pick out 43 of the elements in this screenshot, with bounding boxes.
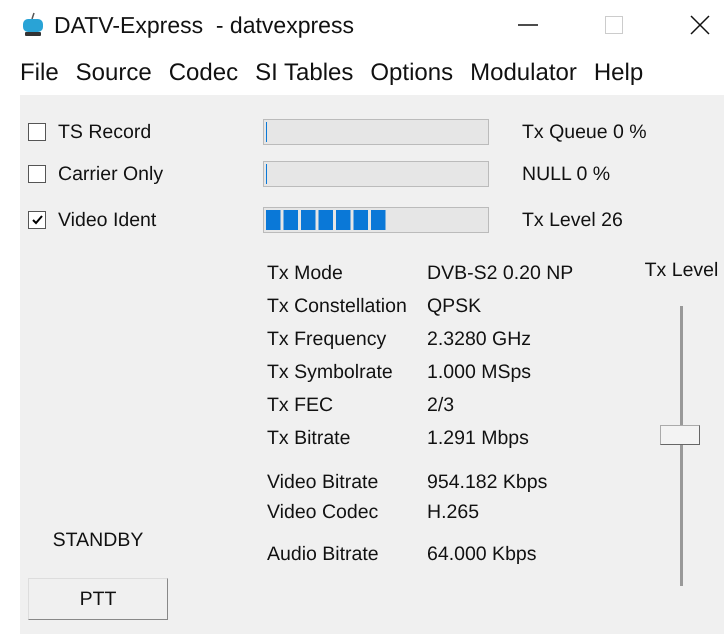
- close-icon[interactable]: [690, 15, 710, 35]
- checkbox-label: TS Record: [58, 120, 152, 144]
- slider-thumb[interactable]: [660, 424, 700, 445]
- checkbox-label: Carrier Only: [58, 162, 164, 186]
- info-value: 1.291 Mbps: [427, 427, 530, 450]
- menu-item[interactable]: Modulator: [470, 58, 577, 86]
- info-label: Audio Bitrate: [267, 542, 380, 566]
- info-value: 954.182 Kbps: [427, 470, 548, 494]
- info-value: DVB-S2 0.20 NP: [427, 262, 574, 285]
- menu-item[interactable]: Codec: [168, 58, 238, 86]
- info-label: Tx Constellation: [267, 295, 408, 318]
- meter-reading: NULL 0 %: [521, 162, 612, 186]
- info-label: Tx Symbolrate: [267, 361, 394, 384]
- info-label: Video Codec: [267, 500, 380, 524]
- checkbox[interactable]: [28, 211, 46, 229]
- info-label: Video Bitrate: [267, 470, 380, 494]
- checkbox[interactable]: [28, 165, 46, 183]
- info-value: 2/3: [427, 394, 456, 417]
- tv-icon: [22, 12, 44, 38]
- checkbox-label: Video Ident: [58, 208, 156, 232]
- menu-item[interactable]: Help: [594, 58, 644, 86]
- info-value: 1.000 MSps: [427, 361, 532, 384]
- checkbox[interactable]: [28, 123, 46, 141]
- check-icon: [32, 215, 42, 225]
- ptt-button[interactable]: PTT: [28, 578, 168, 620]
- info-value: 64.000 Kbps: [427, 542, 538, 566]
- menu-item[interactable]: SI Tables: [255, 58, 354, 86]
- meter-reading: Tx Level 26: [521, 208, 624, 232]
- info-label: Tx Mode: [267, 262, 344, 285]
- status-text: STANDBY: [52, 529, 144, 552]
- meter-reading: Tx Queue 0 %: [521, 120, 648, 144]
- menu-item[interactable]: Options: [370, 58, 454, 86]
- info-label: Tx FEC: [267, 394, 334, 417]
- slider-label: Tx Level: [644, 259, 718, 282]
- window-title: DATV-Express - datvexpress: [54, 12, 354, 38]
- menu-item[interactable]: Source: [76, 58, 152, 86]
- info-value: H.265: [427, 500, 480, 524]
- menu-item[interactable]: File: [20, 58, 59, 86]
- info-label: Tx Frequency: [267, 328, 388, 351]
- info-label: Tx Bitrate: [267, 427, 352, 450]
- minimize-icon[interactable]: [518, 23, 538, 27]
- info-value: QPSK: [427, 295, 482, 318]
- info-value: 2.3280 GHz: [427, 328, 532, 351]
